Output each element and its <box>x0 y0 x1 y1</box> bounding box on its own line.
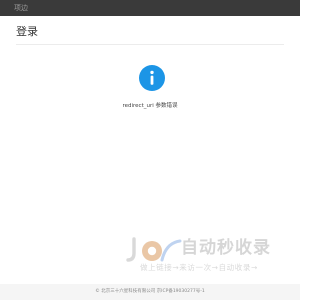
watermark-title: 自动秒收录 <box>181 238 271 258</box>
watermark-logo: 自动秒收录 做上链接→来访一次→自动收录→ <box>126 236 286 276</box>
info-icon <box>139 65 165 91</box>
footer-copyright: © 北京三十六星科技有限公司 京ICP备19030277号-1 <box>95 289 205 294</box>
login-error-page: 项边 登录 redirect_uri 参数错误 自动秒收录 做上链接→来访一次→… <box>0 0 300 300</box>
footer: © 北京三十六星科技有限公司 京ICP备19030277号-1 <box>0 284 300 300</box>
error-message: redirect_uri 参数错误 <box>122 103 178 109</box>
page-title: 登录 <box>16 25 38 38</box>
top-navbar: 项边 <box>0 0 300 16</box>
watermark-slogan: 做上链接→来访一次→自动收录→ <box>140 263 258 272</box>
title-divider <box>16 44 284 45</box>
watermark-mark-icon <box>126 237 182 262</box>
navbar-brand[interactable]: 项边 <box>14 2 28 14</box>
